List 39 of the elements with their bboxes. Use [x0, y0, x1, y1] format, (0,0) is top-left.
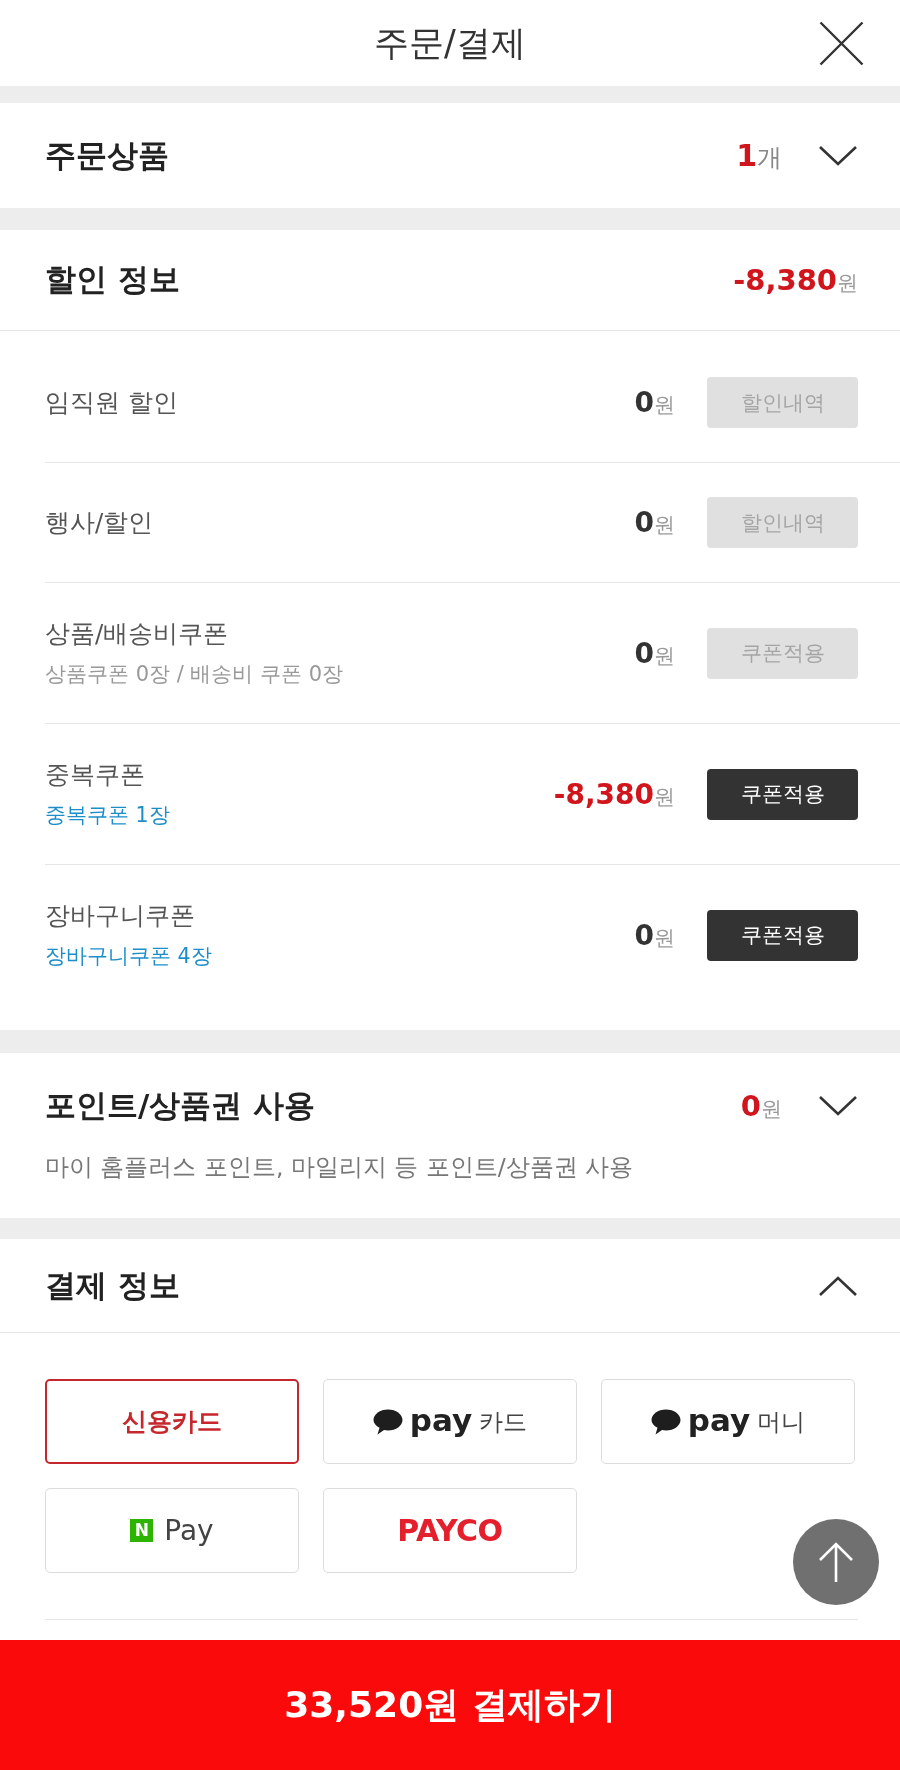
discount-label: 중복쿠폰 — [45, 759, 146, 791]
close-icon — [819, 20, 864, 66]
chevron-up-icon[interactable] — [818, 1274, 858, 1297]
payment-method-button[interactable]: pay 카드 — [323, 1379, 577, 1464]
section-title: 결제 정보 — [45, 1265, 181, 1305]
discount-label: 장바구니쿠폰 — [45, 900, 196, 932]
section-title: 포인트/상품권 사용 — [45, 1086, 317, 1125]
checkout-button[interactable]: 33,520원 결제하기 — [0, 1640, 900, 1770]
logo-badge: N — [130, 1519, 154, 1542]
payment-method-button[interactable]: pay 머니 — [601, 1379, 855, 1464]
discount-label: 임직원 할인 — [45, 386, 178, 419]
discount-label: 상품/배송비쿠폰 — [45, 618, 230, 650]
arrow-up-icon — [818, 1541, 854, 1583]
section-title: 할인 정보 — [45, 260, 181, 299]
payment-method-button[interactable]: N Pay — [45, 1488, 299, 1573]
coupon-note: 상품쿠폰 0장 / 배송비 쿠폰 0장 — [45, 661, 344, 688]
coupon-link[interactable]: 중복쿠폰 1장 — [45, 800, 170, 830]
discount-amount: 0원 — [634, 506, 675, 539]
apply-button[interactable]: 쿠폰적용 — [707, 768, 858, 820]
speech-bubble-icon — [372, 1408, 403, 1435]
apply-button[interactable]: 쿠폰적용 — [707, 909, 858, 961]
section-title: 주문상품 — [45, 135, 170, 175]
discount-amount: 0원 — [634, 386, 675, 419]
close-button[interactable] — [819, 20, 864, 66]
payment-method-button[interactable]: 신용카드 — [45, 1379, 299, 1464]
speech-bubble-icon — [650, 1408, 681, 1435]
item-count: 1개 — [736, 137, 782, 174]
discount-amount: 0원 — [634, 918, 675, 952]
discount-label: 행사/할인 — [45, 506, 154, 539]
points-amount: 0원 — [740, 1089, 782, 1123]
page-title: 주문/결제 — [374, 22, 526, 65]
discount-amount: 0원 — [634, 636, 675, 670]
chevron-down-icon[interactable] — [818, 1095, 858, 1117]
points-description: 마이 홈플러스 포인트, 마일리지 등 포인트/상품권 사용 — [45, 1152, 635, 1182]
coupon-link[interactable]: 장바구니쿠폰 4장 — [45, 941, 212, 971]
payment-method-button[interactable]: PAYCO — [323, 1488, 577, 1573]
chevron-down-icon[interactable] — [818, 144, 858, 167]
discount-total: -8,380원 — [733, 263, 858, 297]
discount-amount: -8,380원 — [553, 777, 675, 811]
